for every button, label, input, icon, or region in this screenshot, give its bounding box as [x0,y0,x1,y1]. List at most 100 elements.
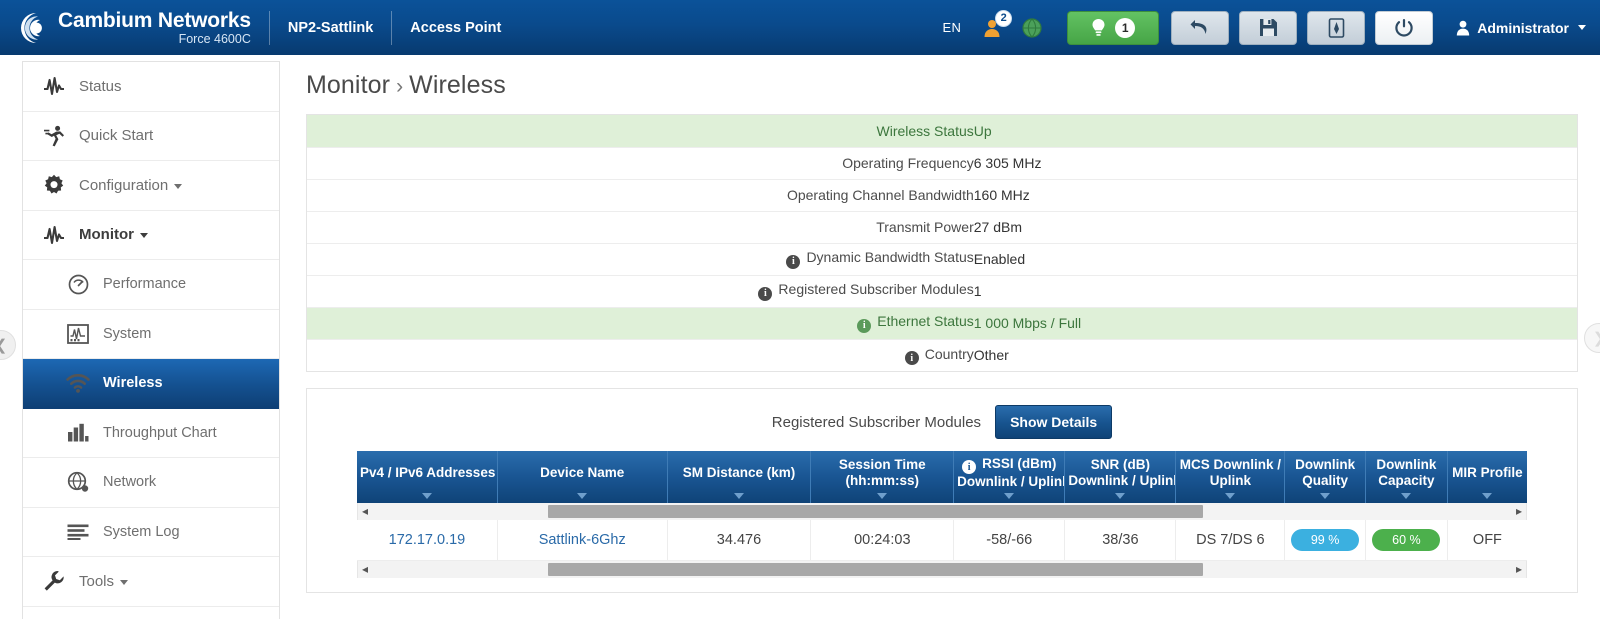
save-button[interactable] [1239,10,1298,45]
sidebar: Status Quick Start Configuration Monitor… [22,61,280,619]
table-row: i Registered Subscriber Modules 1 [307,275,1577,308]
sidebar-item-label: Throughput Chart [103,424,217,441]
table-row: i Dynamic Bandwidth Status Enabled [307,243,1577,276]
top-bar: Cambium Networks Force 4600C NP2-Sattlin… [0,0,1600,55]
sort-arrow-icon[interactable] [877,493,888,499]
sidebar-item-system[interactable]: System [23,310,279,359]
sidebar-item-network[interactable]: Network [23,458,279,508]
export-button[interactable] [1307,10,1366,45]
breadcrumb-parent[interactable]: Monitor [306,71,390,99]
sort-arrow-icon[interactable] [733,493,744,499]
table-row: i Ethernet Status 1 000 Mbps / Full [307,307,1577,340]
status-label: Operating Frequency [307,147,974,180]
header-line-1: SNR (dB) [1090,457,1150,473]
info-icon[interactable]: i [904,351,919,365]
sort-arrow-icon[interactable] [1004,493,1015,499]
divider [268,10,270,45]
header-line-1: Downlink [1376,457,1437,473]
device-name-link[interactable]: Sattlink-6Ghz [539,532,626,548]
undo-button[interactable] [1171,10,1230,45]
status-value: 1 000 Mbps / Full [973,307,1577,340]
sidebar-item-quick-start[interactable]: Quick Start [23,112,279,161]
wifi-icon [65,372,91,394]
sort-arrow-icon[interactable] [1225,493,1236,499]
cambium-logo-icon [14,11,48,45]
alarm-count-badge: 1 [1115,17,1136,38]
power-button[interactable] [1375,10,1434,45]
user-sessions-button[interactable]: 2 [977,9,1013,44]
sort-arrow-icon[interactable] [1320,493,1331,499]
column-header-downlink-quality[interactable]: Downlink Quality [1284,451,1366,503]
status-value: 27 dBm [973,211,1577,244]
scroll-left-arrow-icon[interactable]: ◂ [362,504,368,519]
column-header-mcs[interactable]: MCS Downlink / Uplink [1175,451,1285,503]
cell-downlink-quality: 99 % [1284,520,1366,561]
top-bar-actions: EN 2 1 Administrator [943,9,1586,45]
column-header-device-name[interactable]: Device Name [496,451,668,503]
column-header-rssi[interactable]: i RSSI (dBm) Downlink / Uplink [953,451,1065,503]
chevron-down-icon [174,183,183,189]
sort-arrow-icon[interactable] [421,493,432,499]
sidebar-item-status[interactable]: Status [23,62,279,112]
header-line-2: Downlink / Uplink [1068,473,1176,488]
table-scrollbar-bottom[interactable]: ◂ ▸ [357,560,1527,578]
downlink-capacity-badge: 60 % [1372,528,1441,551]
sort-arrow-icon[interactable] [1482,493,1493,499]
scroll-left-arrow-icon[interactable]: ◂ [362,562,368,577]
status-label: Wireless Status [307,115,974,148]
cell-snr: 38/36 [1064,520,1176,561]
cell-session-time: 00:24:03 [810,520,954,561]
sidebar-item-configuration[interactable]: Configuration [23,161,279,211]
column-header-mir-profile[interactable]: MIR Profile [1446,451,1527,503]
alarm-bulb-icon [1092,18,1105,36]
sidebar-item-monitor[interactable]: Monitor [23,211,279,260]
table-row: Wireless Status Up [307,115,1577,148]
column-header-session-time[interactable]: Session Time (hh:mm:ss) [810,451,954,503]
sidebar-item-performance[interactable]: Performance [23,260,279,310]
column-header-sm-distance[interactable]: SM Distance (km) [666,451,811,503]
sidebar-collapse-handle[interactable]: ❮ [0,330,16,360]
scroll-thumb[interactable] [548,562,1203,576]
subscriber-table-body: 172.17.0.19 Sattlink-6Ghz 34.476 00:24:0… [357,520,1527,561]
bar-chart-icon [65,422,91,444]
sort-arrow-icon[interactable] [1115,493,1126,499]
status-value: 6 305 MHz [973,147,1577,180]
info-icon[interactable]: i [786,254,801,269]
subscriber-panel-header: Registered Subscriber Modules Show Detai… [307,399,1577,451]
table-scrollbar-top[interactable]: ◂ ▸ [357,503,1527,520]
sidebar-item-system-log[interactable]: System Log [23,508,279,557]
header-line-2: Downlink / Uplink [957,474,1065,490]
info-icon[interactable]: i [962,460,977,475]
list-icon [65,521,91,543]
export-icon [1328,17,1345,38]
chevron-right-icon: ❯ [1593,329,1600,347]
account-menu[interactable]: Administrator [1456,20,1586,36]
brand-name: Cambium Networks [58,8,251,32]
header-line-2: Uplink [1209,473,1251,488]
sidebar-item-wireless[interactable]: Wireless [23,359,279,409]
globe-button[interactable] [1017,12,1047,44]
column-header-downlink-capacity[interactable]: Downlink Capacity [1364,451,1448,503]
table-row: Transmit Power 27 dBm [307,211,1577,244]
sidebar-item-label: Status [79,77,122,95]
alarms-button[interactable]: 1 [1067,10,1160,45]
scroll-right-arrow-icon[interactable]: ▸ [1516,504,1522,519]
ip-link[interactable]: 172.17.0.19 [389,532,466,548]
column-header-snr[interactable]: SNR (dB) Downlink / Uplink [1064,451,1176,503]
scroll-right-arrow-icon[interactable]: ▸ [1516,562,1522,577]
info-icon[interactable]: i [758,286,773,301]
language-selector[interactable]: EN [943,20,962,35]
header-line-1: RSSI (dBm) [982,455,1057,471]
table-row[interactable]: 172.17.0.19 Sattlink-6Ghz 34.476 00:24:0… [357,520,1527,561]
show-details-button[interactable]: Show Details [995,405,1113,439]
main-content: Monitor › Wireless Wireless Status Up Oper… [280,55,1600,619]
sidebar-item-tools[interactable]: Tools [23,557,279,607]
status-label: Operating Channel Bandwidth [307,179,974,212]
sidebar-item-label: System [103,325,152,342]
sidebar-item-throughput-chart[interactable]: Throughput Chart [23,409,279,458]
column-header-ip[interactable]: Pv4 / IPv6 Addresses [357,451,498,503]
scroll-thumb[interactable] [548,505,1203,518]
sort-arrow-icon[interactable] [577,493,588,499]
info-icon[interactable]: i [857,318,872,333]
sort-arrow-icon[interactable] [1401,493,1412,499]
